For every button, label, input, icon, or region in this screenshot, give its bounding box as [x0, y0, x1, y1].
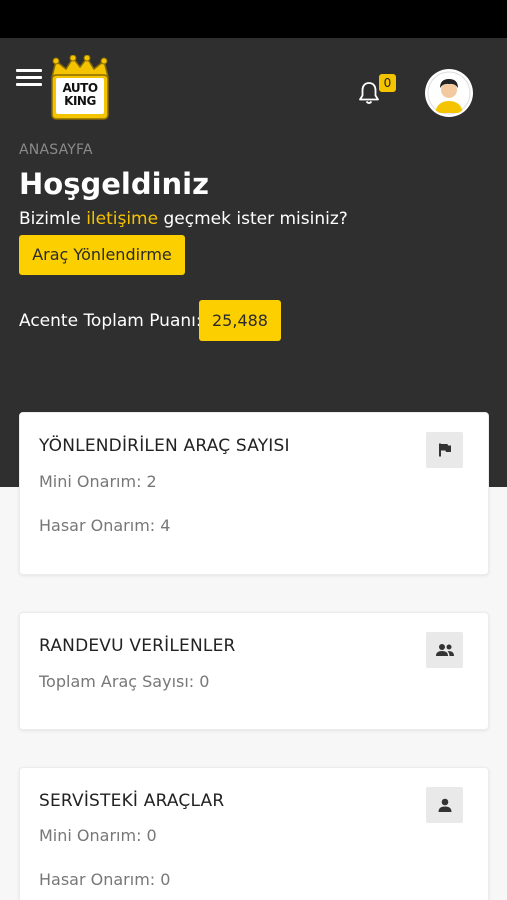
autoking-logo[interactable]: AUTO KING — [48, 55, 112, 123]
card-line-damage-repair: Hasar Onarım: 0 — [39, 870, 171, 889]
card-line-mini-repair: Mini Onarım: 2 — [39, 472, 157, 491]
person-icon — [426, 787, 463, 823]
appointments-card: RANDEVU VERİLENLER Toplam Araç Sayısı: 0 — [19, 612, 489, 730]
card-title: RANDEVU VERİLENLER — [39, 636, 236, 656]
contact-suffix: geçmek ister misiniz? — [158, 209, 348, 229]
breadcrumb: ANASAYFA — [19, 142, 93, 158]
user-avatar-icon — [427, 71, 471, 115]
card-line-mini-repair: Mini Onarım: 0 — [39, 826, 157, 845]
notification-badge: 0 — [379, 74, 396, 92]
agency-score-value: 25,488 — [199, 300, 281, 341]
vehicles-in-service-card: SERVİSTEKİ ARAÇLAR Mini Onarım: 0 Hasar … — [19, 767, 489, 900]
avatar[interactable] — [427, 71, 471, 115]
vehicle-redirect-button[interactable]: Araç Yönlendirme — [19, 235, 185, 275]
flag-icon — [426, 432, 463, 468]
contact-prefix: Bizimle — [19, 209, 87, 229]
logo-text-king: KING — [64, 94, 96, 108]
card-title: YÖNLENDİRİLEN ARAÇ SAYISI — [39, 436, 290, 456]
contact-link[interactable]: iletişime — [86, 209, 158, 229]
agency-score-label: Acente Toplam Puanı: — [19, 311, 202, 331]
page-title: Hoşgeldiniz — [19, 167, 209, 201]
card-title: SERVİSTEKİ ARAÇLAR — [39, 791, 225, 811]
people-icon — [426, 632, 463, 668]
status-bar — [0, 0, 507, 38]
card-line-total-vehicles: Toplam Araç Sayısı: 0 — [39, 672, 210, 691]
card-line-damage-repair: Hasar Onarım: 4 — [39, 516, 171, 535]
hamburger-menu-icon[interactable] — [16, 69, 43, 89]
redirected-vehicles-card: YÖNLENDİRİLEN ARAÇ SAYISI Mini Onarım: 2… — [19, 412, 489, 575]
contact-prompt: Bizimle iletişime geçmek ister misiniz? — [19, 209, 348, 229]
bell-icon[interactable] — [357, 80, 381, 106]
